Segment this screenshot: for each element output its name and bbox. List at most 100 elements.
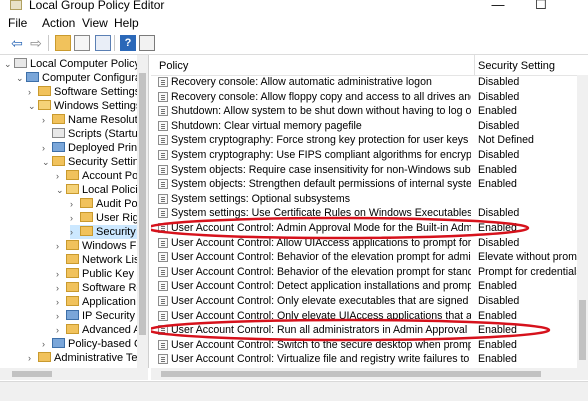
show-hide-tree-icon[interactable] bbox=[74, 35, 90, 51]
table-row[interactable]: User Account Control: Switch to the secu… bbox=[151, 338, 588, 353]
tree-item-scripts[interactable]: Scripts (Startup, bbox=[42, 127, 147, 141]
table-row[interactable]: Recovery console: Allow automatic admini… bbox=[151, 75, 588, 90]
expand-icon[interactable]: › bbox=[56, 267, 64, 281]
toolbar-separator bbox=[114, 35, 115, 51]
table-row[interactable]: User Account Control: Behavior of the el… bbox=[151, 250, 588, 265]
forward-arrow-icon[interactable]: ⇨ bbox=[28, 35, 44, 51]
scrollbar-thumb[interactable] bbox=[579, 300, 586, 360]
policy-setting-icon bbox=[158, 106, 168, 117]
table-row[interactable]: User Account Control: Run all administra… bbox=[151, 323, 588, 338]
column-header-policy[interactable]: Policy bbox=[159, 60, 188, 72]
expand-icon[interactable]: › bbox=[42, 337, 50, 351]
folder-icon bbox=[66, 282, 79, 292]
tree-item-software-restriction[interactable]: › Software Re bbox=[56, 281, 143, 295]
minimize-button[interactable]: — bbox=[483, 0, 513, 12]
tree-item-audit-policy[interactable]: › Audit Po bbox=[70, 197, 138, 211]
expand-icon[interactable]: › bbox=[56, 169, 64, 183]
collapse-icon[interactable]: ⌄ bbox=[28, 99, 36, 113]
collapse-icon[interactable]: ⌄ bbox=[42, 155, 50, 169]
table-row[interactable]: System cryptography: Use FIPS compliant … bbox=[151, 148, 588, 163]
maximize-button[interactable]: ☐ bbox=[526, 0, 556, 13]
expand-icon[interactable]: › bbox=[56, 309, 64, 323]
policy-setting-icon bbox=[158, 91, 168, 102]
table-row[interactable]: User Account Control: Only elevate execu… bbox=[151, 294, 588, 309]
expand-icon[interactable]: › bbox=[70, 225, 78, 239]
tree-item-administrative-templates[interactable]: › Administrative Ter bbox=[28, 351, 141, 365]
tree-item-application-control[interactable]: › Application bbox=[56, 295, 136, 309]
table-row[interactable]: System objects: Require case insensitivi… bbox=[151, 163, 588, 178]
table-row[interactable]: User Account Control: Detect application… bbox=[151, 279, 588, 294]
table-row[interactable]: System settings: Use Certificate Rules o… bbox=[151, 206, 588, 221]
menu-help[interactable]: Help bbox=[114, 16, 139, 30]
folder-open-icon bbox=[66, 184, 79, 194]
expand-icon[interactable]: › bbox=[56, 281, 64, 295]
tree-item-local-policies[interactable]: ⌄ Local Polici bbox=[56, 183, 138, 197]
tree-item-local-computer-policy[interactable]: ⌄ Local Computer Policy bbox=[4, 57, 140, 71]
collapse-icon[interactable]: ⌄ bbox=[4, 57, 12, 71]
up-folder-icon[interactable] bbox=[55, 35, 71, 51]
tree-item-network-list[interactable]: Network Lis bbox=[56, 253, 139, 267]
collapse-icon[interactable]: ⌄ bbox=[16, 71, 24, 85]
folder-icon bbox=[38, 352, 51, 362]
export-list-icon[interactable] bbox=[95, 35, 111, 51]
tree-item-security-settings[interactable]: ⌄ Security Setting bbox=[42, 155, 145, 169]
scrollbar-thumb[interactable] bbox=[12, 371, 52, 377]
expand-icon[interactable]: › bbox=[28, 85, 36, 99]
expand-icon[interactable]: › bbox=[70, 211, 78, 225]
tree-item-advanced-audit[interactable]: › Advanced A bbox=[56, 323, 141, 337]
expand-icon[interactable]: › bbox=[42, 141, 50, 155]
table-row[interactable]: User Account Control: Only elevate UIAcc… bbox=[151, 309, 588, 324]
expand-icon[interactable]: › bbox=[70, 197, 78, 211]
policy-name: System objects: Require case insensitivi… bbox=[171, 163, 471, 176]
policy-name: System objects: Strengthen default permi… bbox=[171, 178, 471, 191]
tree-item-name-resolution[interactable]: › Name Resolutic bbox=[42, 113, 146, 127]
properties-icon[interactable] bbox=[139, 35, 155, 51]
tree-item-security-options[interactable]: › Security bbox=[70, 225, 140, 239]
policy-name: System settings: Use Certificate Rules o… bbox=[171, 207, 471, 220]
menu-action[interactable]: Action bbox=[42, 16, 75, 30]
collapse-icon[interactable]: ⌄ bbox=[56, 183, 64, 197]
table-row[interactable]: User Account Control: Behavior of the el… bbox=[151, 265, 588, 280]
tree-item-user-rights[interactable]: › User Rig bbox=[70, 211, 139, 225]
tree-item-windows-settings[interactable]: ⌄ Windows Settings bbox=[28, 99, 141, 113]
table-row[interactable]: User Account Control: Virtualize file an… bbox=[151, 352, 588, 367]
tree-item-computer-configuration[interactable]: ⌄ Computer Configurati bbox=[16, 71, 147, 85]
tree-horizontal-scrollbar[interactable] bbox=[0, 368, 148, 380]
security-setting-value: Enabled bbox=[478, 163, 517, 176]
expand-icon[interactable]: › bbox=[56, 239, 64, 253]
expand-icon[interactable]: › bbox=[56, 323, 64, 337]
policy-name: User Account Control: Behavior of the el… bbox=[171, 251, 471, 264]
help-icon[interactable]: ? bbox=[120, 35, 136, 51]
table-row[interactable]: User Account Control: Allow UIAccess app… bbox=[151, 236, 588, 251]
policy-setting-icon bbox=[158, 237, 168, 248]
list-vertical-scrollbar[interactable] bbox=[577, 75, 588, 368]
menu-file[interactable]: File bbox=[8, 16, 27, 30]
column-divider[interactable] bbox=[474, 55, 475, 75]
tree-vertical-scrollbar[interactable] bbox=[137, 55, 148, 368]
app-icon bbox=[10, 0, 22, 10]
tree-item-policy-based-qos[interactable]: › Policy-based Q bbox=[42, 337, 143, 351]
tree-item-public-key[interactable]: › Public Key F bbox=[56, 267, 144, 281]
expand-icon[interactable]: › bbox=[28, 351, 36, 365]
table-row[interactable]: User Account Control: Admin Approval Mod… bbox=[151, 221, 588, 236]
tree-item-account-policies[interactable]: › Account Po bbox=[56, 169, 138, 183]
tree-item-software-settings[interactable]: › Software Settings bbox=[28, 85, 140, 99]
menu-view[interactable]: View bbox=[82, 16, 108, 30]
table-row[interactable]: Shutdown: Clear virtual memory pagefile D… bbox=[151, 119, 588, 134]
table-row[interactable]: System objects: Strengthen default permi… bbox=[151, 177, 588, 192]
table-row[interactable]: Recovery console: Allow floppy copy and … bbox=[151, 90, 588, 105]
table-row[interactable]: System cryptography: Force strong key pr… bbox=[151, 133, 588, 148]
scrollbar-thumb[interactable] bbox=[139, 73, 146, 335]
scrollbar-thumb[interactable] bbox=[161, 371, 541, 377]
back-arrow-icon[interactable]: ⇦ bbox=[9, 35, 25, 51]
table-row[interactable]: Shutdown: Allow system to be shut down w… bbox=[151, 104, 588, 119]
tree-item-ip-security[interactable]: › IP Security F bbox=[56, 309, 145, 323]
list-horizontal-scrollbar[interactable] bbox=[151, 368, 588, 380]
column-header-security-setting[interactable]: Security Setting bbox=[478, 60, 555, 72]
tree-item-windows-firewall[interactable]: › Windows Fi bbox=[56, 239, 139, 253]
expand-icon[interactable]: › bbox=[42, 113, 50, 127]
table-row[interactable]: System settings: Optional subsystems bbox=[151, 192, 588, 207]
expand-icon[interactable]: › bbox=[56, 295, 64, 309]
computer-icon bbox=[26, 72, 39, 82]
tree-item-deployed-printers[interactable]: › Deployed Printe bbox=[42, 141, 146, 155]
